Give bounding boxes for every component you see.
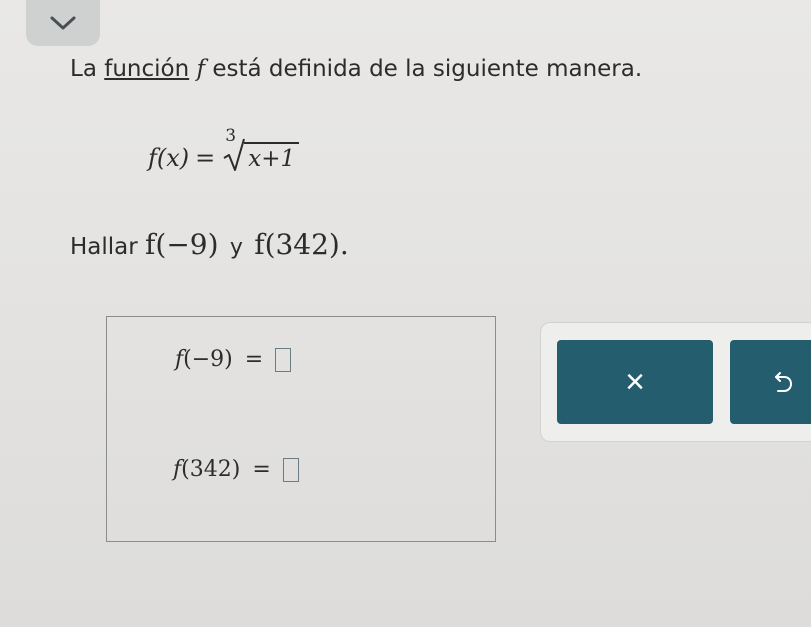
answer-row-f-342: f (342) = — [173, 457, 299, 482]
intro-after: está definida de la siguiente manera. — [212, 56, 643, 82]
task-label: Hallar — [70, 234, 138, 260]
answer-box: f (−9) = f (342) = — [106, 316, 496, 542]
close-icon: × — [625, 362, 645, 401]
intro-before: La — [70, 56, 97, 82]
chevron-down-icon — [50, 16, 76, 30]
radicand: x+1 — [244, 142, 300, 172]
answer-equals: = — [244, 347, 264, 372]
answer-equals: = — [252, 457, 271, 482]
task-second: f(342). — [254, 228, 349, 261]
definition-lhs: f(x) — [148, 144, 190, 172]
function-definition: f(x) = 3 x+1 — [148, 126, 300, 172]
answer-function-symbol: f — [175, 347, 184, 372]
answer-input-f-neg9[interactable] — [275, 347, 292, 372]
undo-button[interactable] — [730, 340, 811, 424]
root-index: 3 — [225, 126, 237, 146]
answer-row-f-neg9: f (−9) = — [175, 347, 292, 372]
function-symbol: f — [196, 56, 205, 82]
funcion-link[interactable]: función — [104, 56, 189, 82]
cube-root: 3 x+1 — [223, 126, 300, 172]
task-statement: Hallar f(−9) y f(342). — [70, 228, 349, 261]
definition-equals: = — [195, 144, 216, 172]
answer-input-f-342[interactable] — [282, 457, 299, 482]
clear-button[interactable]: × — [557, 340, 713, 424]
answer-argument: (342) — [181, 457, 241, 482]
task-conjunction: y — [229, 235, 243, 260]
undo-icon — [775, 372, 793, 392]
collapse-tab[interactable] — [26, 0, 100, 46]
problem-statement: La función f está definida de la siguien… — [70, 56, 642, 82]
task-first: f(−9) — [145, 228, 219, 261]
answer-argument: (−9) — [183, 347, 233, 372]
answer-function-symbol: f — [173, 457, 182, 482]
